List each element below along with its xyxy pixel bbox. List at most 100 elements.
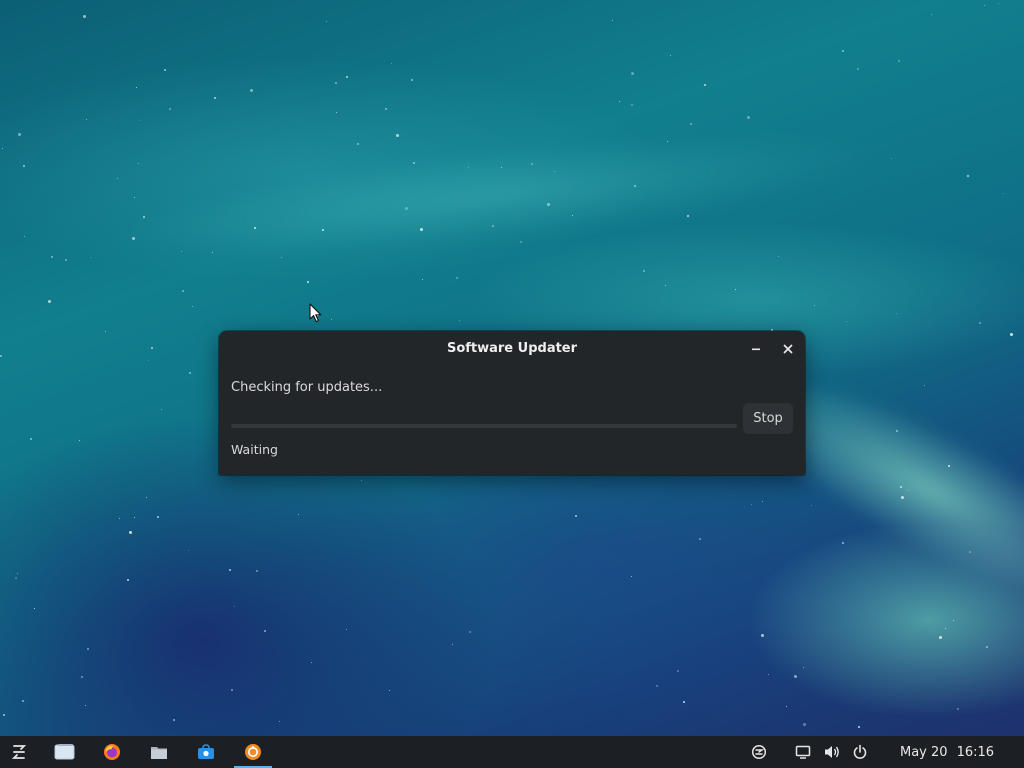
star [298,514,299,515]
star [891,158,892,159]
software-updater-icon [245,744,261,760]
star [65,259,67,261]
star [469,631,471,633]
star [631,72,634,75]
zorin-connect-tray[interactable] [746,736,772,768]
star [127,579,129,581]
star [335,82,337,84]
star [231,689,233,691]
zorin-menu-button[interactable] [4,736,34,768]
software-store-icon [198,744,214,759]
star [326,21,327,22]
star [129,531,132,534]
taskbar: May 20 16:16 [0,736,1024,768]
close-button[interactable] [778,339,798,359]
star [979,322,981,324]
star [998,3,999,4]
minimize-button[interactable] [746,339,766,359]
star [612,20,613,21]
star [411,79,413,81]
star [687,215,689,217]
star [79,440,80,441]
star [188,550,189,551]
star [30,438,32,440]
star [117,178,118,179]
star [15,577,17,579]
clock-time: 16:16 [956,744,995,760]
firefox-launcher[interactable] [96,736,128,768]
display-icon [795,745,811,759]
star [575,515,577,517]
star [656,685,658,687]
star [250,89,253,92]
star [346,76,348,78]
zorin-connect-icon [751,744,767,760]
files-launcher[interactable] [143,736,175,768]
star [459,320,460,321]
star [134,197,135,198]
star [85,705,86,706]
star [762,501,763,502]
star [699,538,701,540]
star [279,721,280,722]
star [794,675,797,678]
star [751,504,752,505]
close-icon [783,344,793,354]
star [842,542,844,544]
star [814,305,815,306]
star [361,480,362,481]
software-store-launcher[interactable] [190,736,222,768]
power-tray[interactable] [848,736,872,768]
display-tray[interactable] [791,736,815,768]
star [229,569,231,571]
star [957,708,959,710]
star [148,360,149,361]
star [896,313,897,314]
star [945,628,946,629]
dialog-titlebar[interactable]: Software Updater [219,331,805,365]
star [967,175,969,177]
substatus-text: Waiting [231,442,278,457]
software-updater-taskbar-item[interactable] [234,736,272,768]
star [214,97,216,99]
star [811,505,812,506]
star [138,163,139,164]
clock[interactable]: May 20 16:16 [900,736,1010,768]
star [619,101,620,102]
star [81,676,83,678]
star [520,241,522,243]
star [136,87,137,88]
workspace-switcher-button[interactable] [49,736,81,768]
star [761,634,764,637]
star [264,630,266,632]
star [34,608,35,609]
star [134,517,135,518]
star [48,300,51,303]
star [986,646,988,648]
star [105,331,106,332]
stop-button[interactable]: Stop [743,403,793,434]
dialog-title: Software Updater [446,341,578,356]
status-message: Checking for updates... [231,380,383,395]
star [17,573,18,574]
star [182,290,184,292]
star [1003,193,1004,194]
star [234,606,235,607]
star [22,700,24,702]
volume-tray[interactable] [820,736,844,768]
star [677,670,679,672]
star [192,306,193,307]
star [169,108,171,110]
star [803,667,804,668]
star [768,674,769,675]
star [786,706,787,707]
software-updater-dialog: Software Updater Checking for updates...… [219,331,805,475]
star [803,723,806,726]
update-progress-bar [231,424,737,428]
star [846,321,847,322]
star [747,116,750,119]
aurora-glow [117,110,883,280]
star [396,134,399,137]
star [452,644,453,645]
star [1010,333,1013,336]
